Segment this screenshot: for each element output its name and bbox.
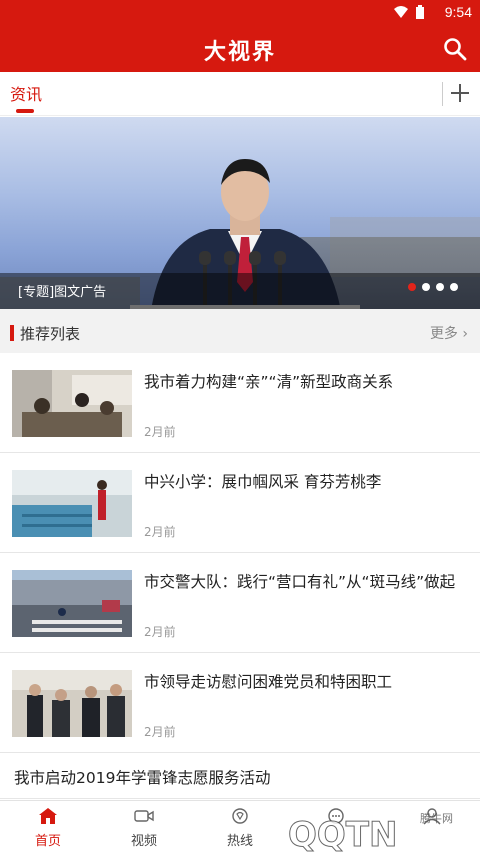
more-link[interactable]: 更多 › [430, 323, 468, 343]
carousel-dots [402, 276, 458, 295]
app-bar: 大视界 [0, 26, 480, 72]
news-time: 2月前 [144, 425, 176, 439]
news-thumbnail [12, 570, 132, 637]
tab-divider [442, 82, 443, 106]
nav-home-label: 首页 [34, 834, 61, 849]
carousel-dot-4[interactable] [450, 283, 458, 291]
nav-home[interactable]: 首页 [0, 801, 96, 854]
hotline-icon [232, 808, 248, 824]
news-item-text-only[interactable]: 我市启动2019年学雷锋志愿服务活动 [0, 753, 480, 799]
banner-carousel[interactable]: [专题]图文广告 [0, 117, 480, 309]
add-icon[interactable] [446, 79, 474, 107]
news-time: 2月前 [144, 625, 176, 639]
home-icon [39, 808, 57, 824]
chevron-right-icon: › [462, 326, 468, 342]
nav-hotline-label: 热线 [226, 834, 253, 849]
news-headline[interactable]: 我市着力构建“亲”“清”新型政商关系 [144, 371, 469, 393]
watermark-logo: QQTN 腾牛网 [288, 811, 454, 854]
channel-tab-bar: 资讯 [0, 72, 480, 116]
wifi-icon [394, 5, 424, 19]
section-title: 推荐列表 [20, 325, 81, 343]
nav-hotline[interactable]: 热线 [192, 801, 288, 854]
news-headline[interactable]: 中兴小学：展巾帼风采 育芬芳桃李 [144, 471, 469, 493]
svg-text:QQTN: QQTN [288, 815, 397, 854]
tab-news[interactable]: 资讯 [10, 81, 42, 105]
section-marker [10, 325, 14, 341]
nav-video-label: 视频 [130, 834, 157, 849]
news-item[interactable]: 我市着力构建“亲”“清”新型政商关系 2月前 [0, 353, 480, 453]
news-list: 我市着力构建“亲”“清”新型政商关系 2月前 中兴小学：展巾帼风采 育芬芳桃李 … [0, 353, 480, 753]
carousel-dot-1[interactable] [408, 283, 416, 291]
nav-video[interactable]: 视频 [96, 801, 192, 854]
more-label[interactable]: 更多 [430, 326, 458, 342]
carousel-dot-2[interactable] [422, 283, 430, 291]
news-thumbnail [12, 470, 132, 537]
news-thumbnail [12, 370, 132, 437]
news-item[interactable]: 市领导走访慰问困难党员和特困职工 2月前 [0, 653, 480, 753]
tab-indicator [16, 109, 34, 113]
news-thumbnail [12, 670, 132, 737]
banner-caption: [专题]图文广告 [18, 285, 107, 300]
section-header: 推荐列表 更多 › [0, 309, 480, 353]
news-item[interactable]: 市交警大队：践行“营口有礼”从“斑马线”做起 2月前 [0, 553, 480, 653]
search-icon[interactable] [442, 36, 468, 62]
news-headline[interactable]: 市交警大队：践行“营口有礼”从“斑马线”做起 [144, 571, 469, 593]
news-headline[interactable]: 市领导走访慰问困难党员和特困职工 [144, 671, 469, 693]
carousel-dot-3[interactable] [436, 283, 444, 291]
news-time: 2月前 [144, 525, 176, 539]
news-headline[interactable]: 我市启动2019年学雷锋志愿服务活动 [14, 766, 270, 788]
status-time: 9:54 [444, 4, 472, 20]
news-item[interactable]: 中兴小学：展巾帼风采 育芬芳桃李 2月前 [0, 453, 480, 553]
svg-text:腾牛网: 腾牛网 [420, 811, 453, 825]
video-icon [134, 810, 154, 822]
app-title: 大视界 [203, 39, 276, 65]
news-time: 2月前 [144, 725, 176, 739]
battery-icon [416, 7, 424, 19]
status-bar: 9:54 [0, 0, 480, 26]
